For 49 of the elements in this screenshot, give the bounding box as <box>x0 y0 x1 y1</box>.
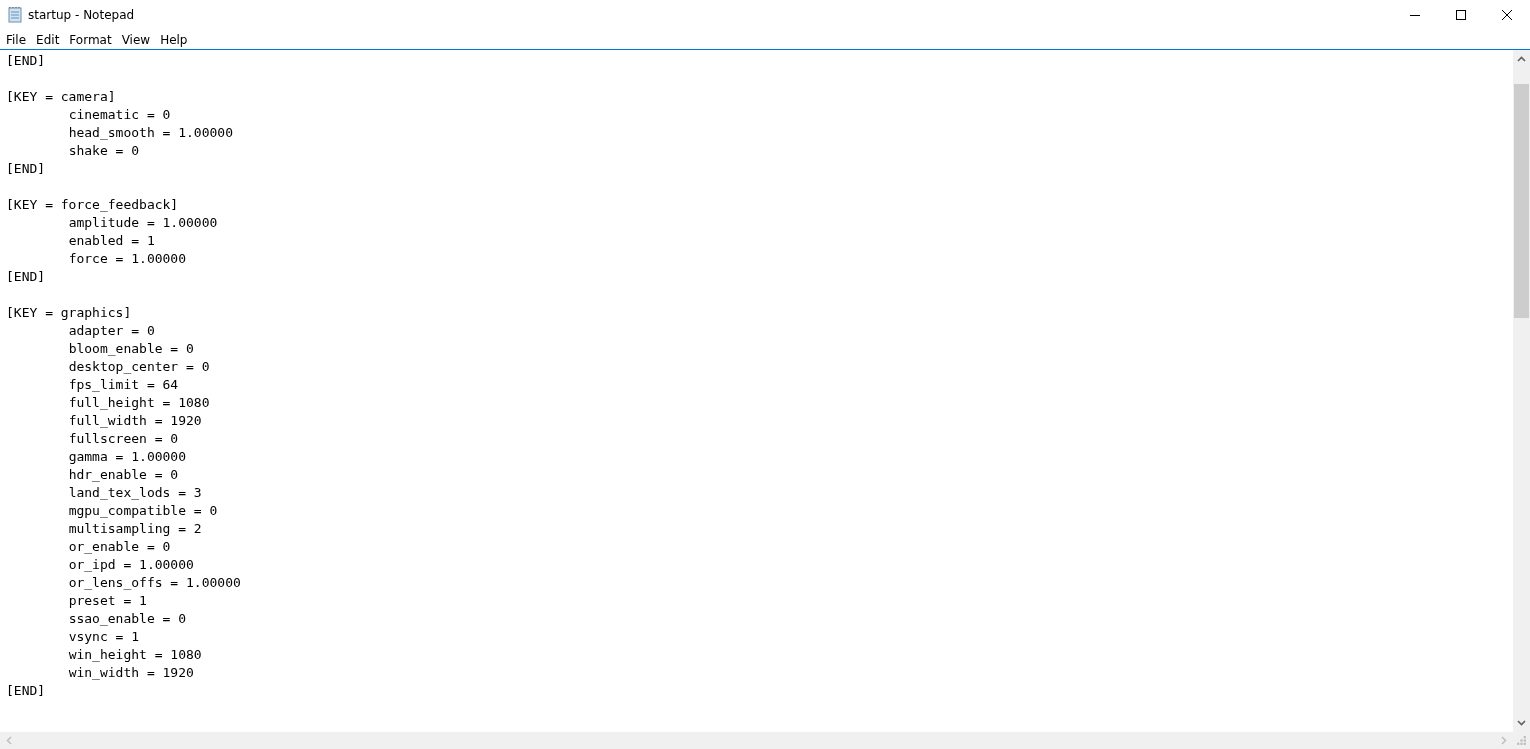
text-line: preset = 1 <box>67 593 147 608</box>
menu-item[interactable]: File <box>1 32 32 47</box>
text-line: shake = 0 <box>67 143 140 158</box>
text-line: [KEY = camera] <box>6 89 116 104</box>
scroll-left-icon[interactable] <box>6 736 12 745</box>
maximize-icon <box>1456 10 1466 20</box>
text-line: bloom_enable = 0 <box>67 341 194 356</box>
text-line: adapter = 0 <box>67 323 155 338</box>
text-line: full_width = 1920 <box>67 413 202 428</box>
scroll-up-icon[interactable] <box>1517 56 1526 62</box>
window-title: startup - Notepad <box>28 8 135 22</box>
text-line: win_width = 1920 <box>67 665 194 680</box>
menu-item[interactable]: Help <box>155 32 193 47</box>
notepad-icon <box>8 7 22 23</box>
text-line: or_enable = 0 <box>67 539 171 554</box>
text-line: enabled = 1 <box>67 233 155 248</box>
text-line: ssao_enable = 0 <box>67 611 187 626</box>
text-line: fullscreen = 0 <box>67 431 179 446</box>
vertical-scrollbar[interactable] <box>1513 50 1530 732</box>
text-line: land_tex_lods = 3 <box>67 485 202 500</box>
text-line: vsync = 1 <box>67 629 140 644</box>
text-line: desktop_center = 0 <box>67 359 210 374</box>
text-line: head_smooth = 1.00000 <box>67 125 233 140</box>
text-line: cinematic = 0 <box>67 107 171 122</box>
close-icon <box>1502 10 1512 20</box>
scrollbar-thumb[interactable] <box>1514 84 1529 318</box>
menu-item[interactable]: View <box>116 32 156 47</box>
text-line: mgpu_compatible = 0 <box>67 503 218 518</box>
text-line: [END] <box>6 269 46 284</box>
text-line: [END] <box>6 683 46 698</box>
text-line: [KEY = graphics] <box>6 305 132 320</box>
scroll-down-icon[interactable] <box>1517 720 1526 726</box>
text-line: win_height = 1080 <box>67 647 202 662</box>
text-line: amplitude = 1.00000 <box>67 215 218 230</box>
menu-item[interactable]: Edit <box>31 32 65 47</box>
text-line: or_lens_offs = 1.00000 <box>67 575 241 590</box>
text-line: [END] <box>6 161 46 176</box>
scroll-right-icon[interactable] <box>1501 736 1507 745</box>
menu-item[interactable]: Format <box>64 32 117 47</box>
text-line: fps_limit = 64 <box>67 377 179 392</box>
text-line: gamma = 1.00000 <box>67 449 187 464</box>
text-line: force = 1.00000 <box>67 251 187 266</box>
text-line: [END] <box>6 53 46 68</box>
text-line: hdr_enable = 0 <box>67 467 179 482</box>
text-line: multisampling = 2 <box>67 521 202 536</box>
text-line: [KEY = force_feedback] <box>6 197 179 212</box>
text-line: or_ipd = 1.00000 <box>67 557 194 572</box>
horizontal-scrollbar[interactable] <box>0 732 1513 749</box>
text-line: full_height = 1080 <box>67 395 210 410</box>
